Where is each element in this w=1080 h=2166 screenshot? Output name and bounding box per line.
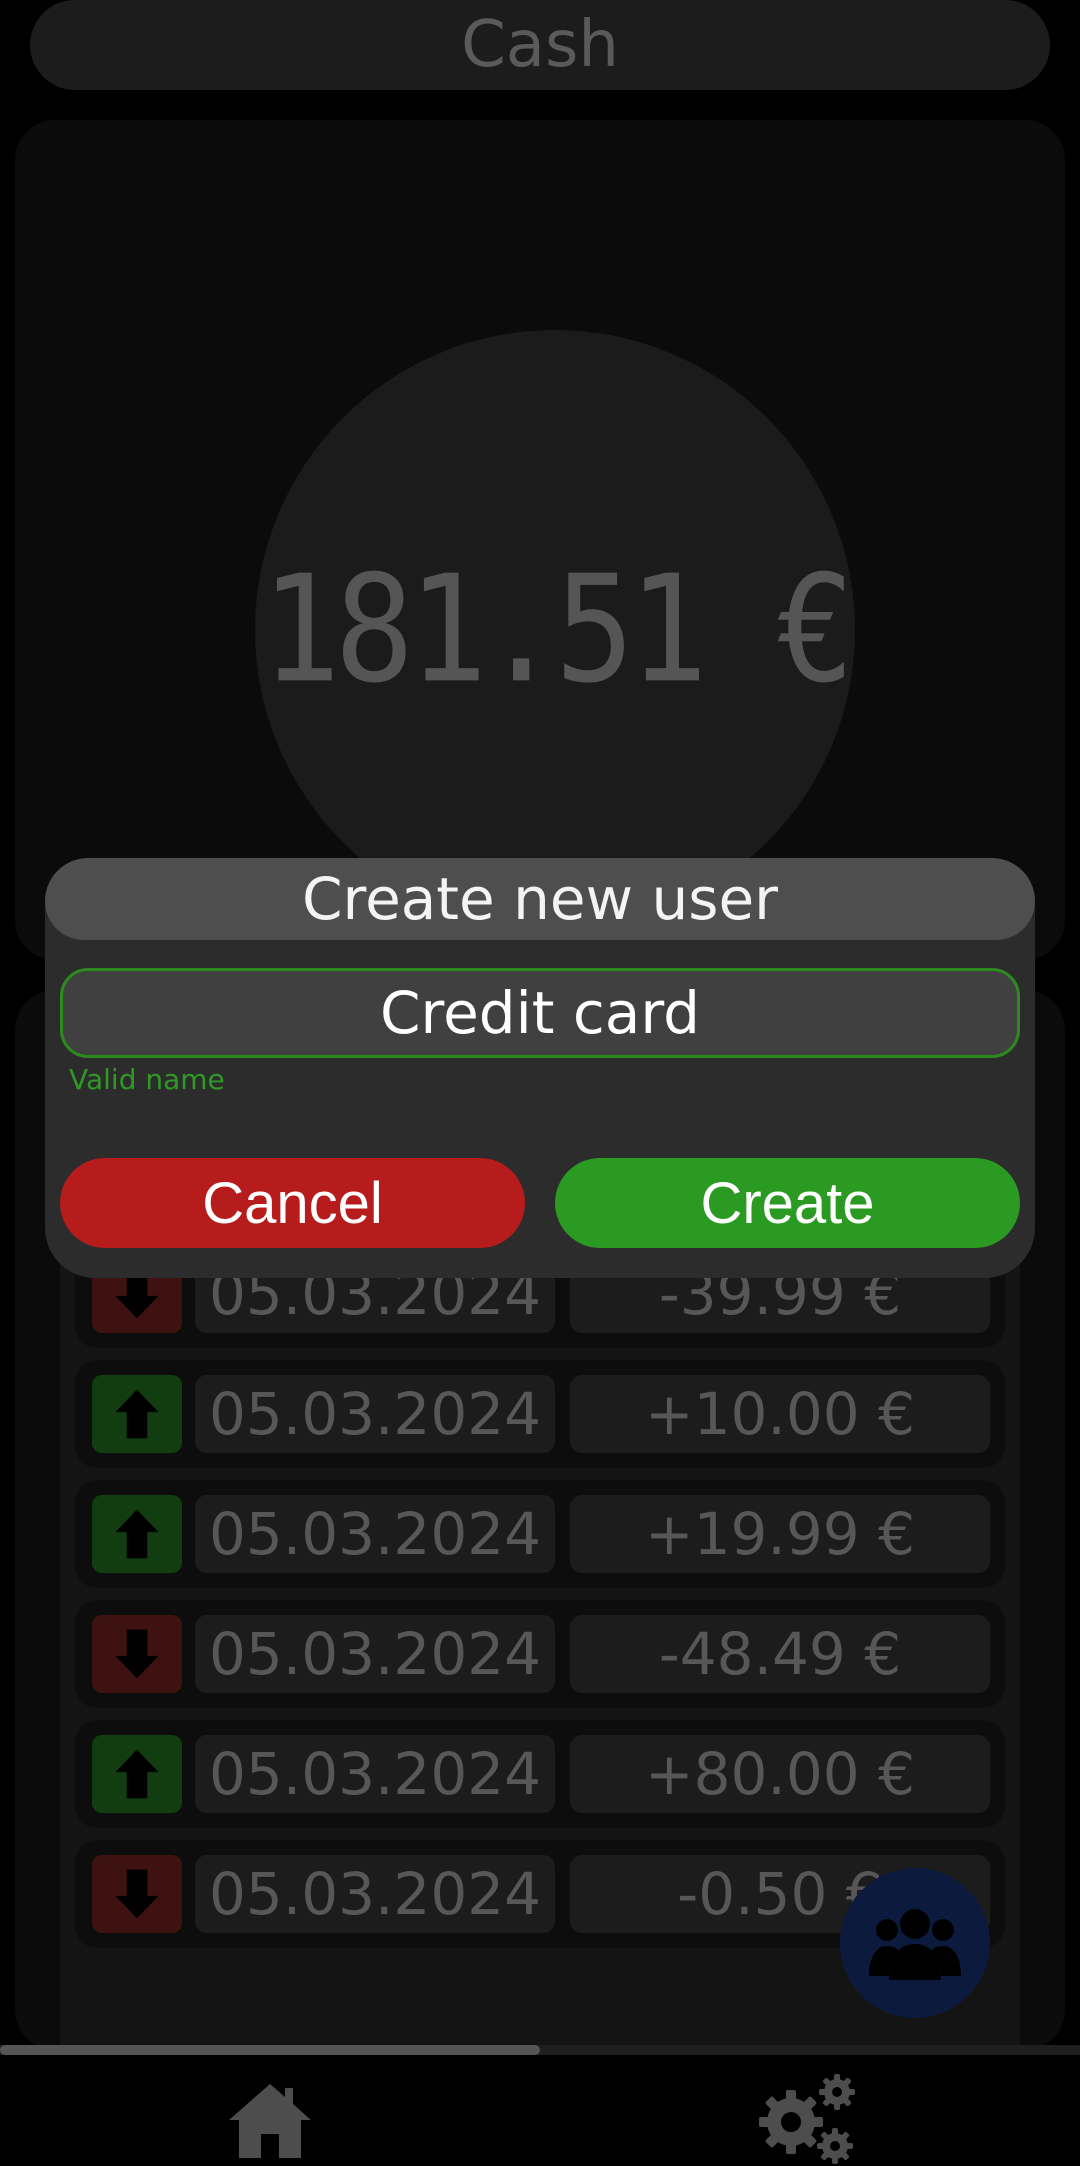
- page-scroll-thumb[interactable]: [0, 2045, 540, 2055]
- nav-settings-button[interactable]: [755, 2070, 865, 2166]
- account-title-bar[interactable]: Cash: [30, 0, 1050, 90]
- transaction-amount: +19.99 €: [570, 1495, 990, 1573]
- balance-circle: 181.51 €: [255, 330, 855, 930]
- user-name-input[interactable]: [60, 968, 1020, 1058]
- gears-icon: [759, 2074, 855, 2164]
- balance-panel: 181.51 €: [15, 120, 1065, 960]
- income-arrow-icon: [92, 1375, 182, 1453]
- income-arrow-icon: [92, 1495, 182, 1573]
- transaction-date: 05.03.2024: [195, 1735, 555, 1813]
- income-arrow-icon: [92, 1735, 182, 1813]
- validation-hint: Valid name: [69, 1063, 225, 1096]
- account-title: Cash: [461, 8, 619, 82]
- transaction-row[interactable]: 05.03.2024 +80.00 €: [75, 1720, 1005, 1828]
- expense-arrow-icon: [92, 1615, 182, 1693]
- users-fab-button[interactable]: [840, 1868, 990, 2018]
- transaction-row[interactable]: 05.03.2024 -48.49 €: [75, 1600, 1005, 1708]
- transaction-amount: +80.00 €: [570, 1735, 990, 1813]
- nav-home-button[interactable]: [225, 2080, 315, 2160]
- balance-amount: 181.51 €: [261, 543, 855, 717]
- transaction-amount: +10.00 €: [570, 1375, 990, 1453]
- transaction-row[interactable]: 05.03.2024 +19.99 €: [75, 1480, 1005, 1588]
- transaction-row[interactable]: 05.03.2024 +10.00 €: [75, 1360, 1005, 1468]
- home-icon: [229, 2084, 311, 2158]
- transaction-amount: -48.49 €: [570, 1615, 990, 1693]
- app-screen: Cash 181.51 € 05.03.2024+100.00 €05.03.2…: [0, 0, 1080, 2166]
- dialog-title: Create new user: [45, 858, 1035, 940]
- transaction-date: 05.03.2024: [195, 1615, 555, 1693]
- create-user-dialog: Create new user Valid name Cancel Create: [45, 858, 1035, 1278]
- create-button[interactable]: Create: [555, 1158, 1020, 1248]
- cancel-button[interactable]: Cancel: [60, 1158, 525, 1248]
- transaction-date: 05.03.2024: [195, 1495, 555, 1573]
- users-icon: [869, 1909, 961, 1980]
- expense-arrow-icon: [92, 1855, 182, 1933]
- transaction-date: 05.03.2024: [195, 1855, 555, 1933]
- transaction-date: 05.03.2024: [195, 1375, 555, 1453]
